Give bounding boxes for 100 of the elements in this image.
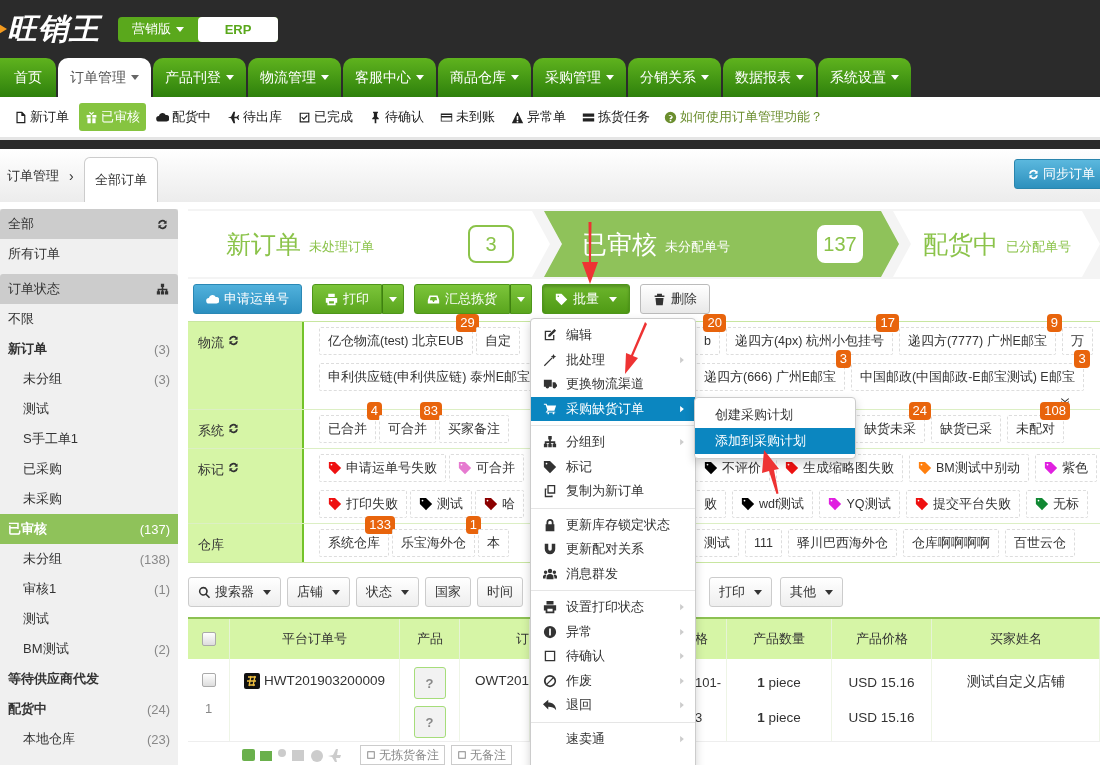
filter-chip[interactable]: 败 — [695, 490, 726, 518]
menu-item[interactable]: 更新配对关系 — [531, 537, 695, 562]
filter-chip[interactable]: 打印失败 — [319, 490, 407, 518]
filter-chip[interactable]: 提交平台失败 — [905, 490, 1020, 518]
filter-chip[interactable]: 自定 — [475, 327, 520, 355]
refresh-icon[interactable] — [156, 217, 169, 231]
sidebar-item[interactable]: 未采购 — [0, 484, 178, 514]
menu-item[interactable]: 复制为新订单 — [531, 479, 695, 504]
nav-tab[interactable]: 首页 — [0, 58, 56, 97]
sidebar-item[interactable]: 测试 — [0, 394, 178, 424]
menu-item[interactable]: 作废 — [531, 668, 695, 693]
filter-chip[interactable]: 测试 — [410, 490, 472, 518]
note-field[interactable]: 无备注 — [451, 745, 512, 765]
sidebar-item[interactable]: 不限 — [0, 304, 178, 334]
refresh-icon[interactable] — [227, 334, 240, 347]
nav-tab[interactable]: 产品刊登 — [153, 58, 246, 97]
note-field[interactable]: 无拣货备注 — [360, 745, 445, 765]
filter-button[interactable]: 国家 — [425, 577, 471, 607]
menu-item[interactable]: 更新库存锁定状态 — [531, 512, 695, 537]
filter-button[interactable]: 搜索器 — [188, 577, 281, 607]
nav-tab[interactable]: 客服中心 — [343, 58, 436, 97]
filter-chip[interactable]: YQ测试 — [819, 490, 900, 518]
sidebar-item[interactable]: 未分组 (138) — [0, 544, 178, 574]
refresh-icon[interactable] — [227, 422, 240, 435]
filter-chip[interactable]: 测试 — [695, 529, 739, 557]
sitemap-icon[interactable] — [156, 282, 169, 296]
filter-chip[interactable]: 缺货已采 — [931, 415, 1001, 443]
menu-item[interactable]: 速卖通 — [531, 726, 695, 751]
page-tab[interactable]: 全部订单 — [83, 157, 158, 202]
filter-chip[interactable]: 缺货未采 — [855, 415, 925, 443]
checkbox[interactable] — [201, 673, 216, 687]
sidebar-item[interactable]: 测试 — [0, 604, 178, 634]
filter-chip[interactable]: 中国邮政(中国邮政-E邮宝测试) E邮宝 — [851, 363, 1084, 391]
filter-chip[interactable]: BM测试中别动 — [909, 454, 1029, 482]
nav-tab[interactable]: 系统设置 — [818, 58, 911, 97]
nav-tab[interactable]: 订单管理 — [58, 58, 151, 97]
refresh-icon[interactable] — [227, 461, 240, 474]
filter-chip[interactable]: 递四方(666) 广州E邮宝 — [695, 363, 845, 391]
filter-chip[interactable]: 乐宝海外仓 — [392, 529, 475, 557]
menu-item[interactable]: 标记 — [531, 454, 695, 479]
nav-tab[interactable]: 物流管理 — [248, 58, 341, 97]
sub-nav-item[interactable]: 配货中 — [150, 103, 217, 131]
menu-item[interactable]: 创建采购计划 — [695, 402, 855, 428]
menu-item[interactable]: 退回 — [531, 693, 695, 718]
nav-tab[interactable]: 采购管理 — [533, 58, 626, 97]
sidebar-item[interactable]: S手工单1 — [0, 424, 178, 454]
filter-chip[interactable]: 可合并 — [449, 454, 524, 482]
filter-button[interactable]: 时间 — [477, 577, 523, 607]
filter-chip[interactable]: 驿川巴西海外仓 — [788, 529, 897, 557]
filter-chip[interactable]: 亿仓物流(test) 北京EUB — [319, 327, 473, 355]
filter-chip[interactable]: 紫色 — [1034, 454, 1097, 482]
filter-chip[interactable]: 本 — [478, 529, 509, 557]
filter-chip[interactable]: 递四方(7777) 广州E邮宝 — [898, 327, 1056, 355]
breadcrumb-link[interactable]: 订单管理 — [7, 166, 59, 185]
sidebar-item[interactable]: 等待供应商代发 — [0, 664, 178, 694]
filter-chip[interactable]: 申请运单号失败 — [319, 454, 446, 482]
filter-button[interactable]: 打印 — [709, 577, 772, 607]
sub-nav-item[interactable]: 新订单 — [8, 103, 75, 131]
filter-button[interactable]: 其他 — [780, 577, 843, 607]
sub-nav-item[interactable]: 异常单 — [505, 103, 572, 131]
menu-item[interactable]: 编辑 — [531, 323, 695, 348]
filter-chip[interactable]: 哈 — [475, 490, 524, 518]
menu-item[interactable]: 待确认 — [531, 644, 695, 669]
action-button[interactable]: 删除 — [640, 284, 710, 314]
filter-chip[interactable]: 111 — [745, 529, 782, 557]
sub-nav-item[interactable]: 未到账 — [434, 103, 501, 131]
filter-chip[interactable]: 万 — [1061, 327, 1093, 355]
sidebar-item[interactable]: 本地仓库 (23) — [0, 724, 178, 754]
sub-nav-item[interactable]: 待出库 — [221, 103, 288, 131]
filter-chip[interactable]: 系统仓库 — [319, 529, 389, 557]
sub-nav-item[interactable]: 已完成 — [292, 103, 359, 131]
sidebar-item[interactable]: 已采购 — [0, 454, 178, 484]
sidebar-item[interactable]: BM测试 (2) — [0, 634, 178, 664]
sidebar-item[interactable]: 未分组 (3) — [0, 364, 178, 394]
dropdown-toggle[interactable] — [510, 284, 532, 314]
filter-chip[interactable]: 无标 — [1025, 490, 1088, 518]
sub-nav-item[interactable]: 拣货任务 — [576, 103, 656, 131]
filter-chip[interactable]: 递四方(4px) 杭州小包挂号 — [725, 327, 893, 355]
filter-button[interactable]: 状态 — [356, 577, 419, 607]
filter-chip[interactable]: wdf测试 — [732, 490, 814, 518]
menu-item[interactable]: 添加到采购计划 — [695, 428, 855, 454]
menu-item[interactable]: 分组到 — [531, 430, 695, 455]
sidebar-item[interactable]: 审核1 (1) — [0, 574, 178, 604]
dropdown-toggle[interactable] — [382, 284, 404, 314]
help-link[interactable]: 如何使用订单管理功能？ — [664, 108, 823, 126]
nav-tab[interactable]: 商品仓库 — [438, 58, 531, 97]
sidebar-item[interactable]: 新订单 (3) — [0, 334, 178, 364]
filter-chip[interactable]: 未配对 — [1007, 415, 1064, 443]
nav-tab[interactable]: 数据报表 — [723, 58, 816, 97]
filter-chip[interactable]: 买家备注 — [439, 415, 509, 443]
nav-tab[interactable]: 分销关系 — [628, 58, 721, 97]
checkbox[interactable] — [201, 632, 216, 646]
menu-item[interactable]: 异常 — [531, 619, 695, 644]
menu-item[interactable]: 采购缺货订单 — [531, 396, 695, 421]
sidebar-item[interactable]: 配货中 (24) — [0, 694, 178, 724]
sub-nav-item[interactable]: 待确认 — [363, 103, 430, 131]
filter-chip[interactable]: 仓库啊啊啊啊 — [903, 529, 999, 557]
filter-chip[interactable]: 可合并 — [379, 415, 436, 443]
filter-chip[interactable]: 已合并 — [319, 415, 376, 443]
menu-item[interactable]: 设置打印状态 — [531, 595, 695, 620]
